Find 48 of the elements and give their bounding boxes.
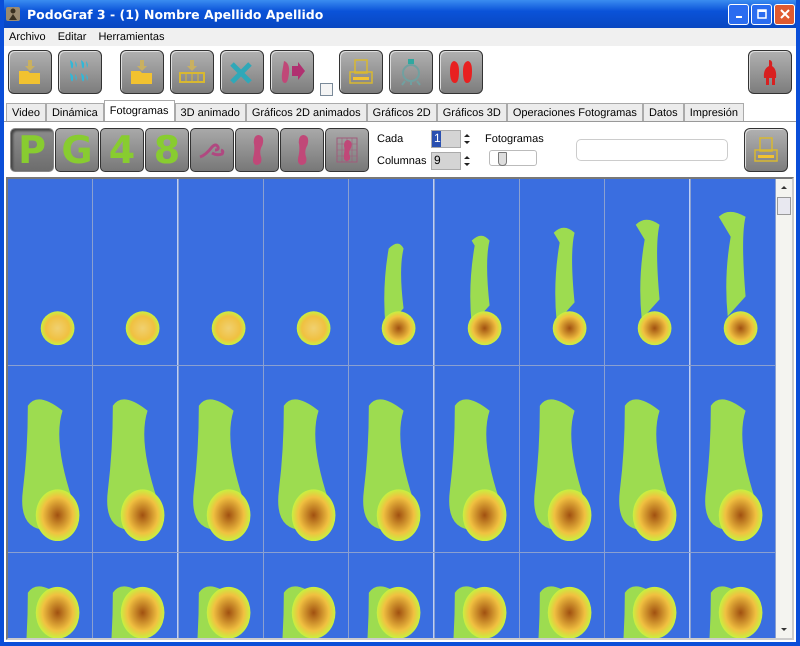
tab[interactable]: Video — [6, 103, 46, 121]
foot-export-button[interactable] — [270, 50, 314, 94]
import-folder-button[interactable] — [120, 50, 164, 94]
menu-item[interactable]: Editar — [58, 31, 86, 43]
cut-button[interactable] — [190, 128, 234, 172]
app-icon — [5, 6, 21, 22]
feet-button[interactable] — [439, 50, 483, 94]
spin-arrows-icon[interactable] — [463, 132, 471, 146]
footprint-icon — [250, 134, 264, 164]
spin-arrows-icon[interactable] — [463, 154, 471, 168]
menu-item[interactable]: Herramientas — [98, 31, 164, 43]
tab[interactable]: Datos — [642, 103, 684, 121]
exit-button[interactable] — [748, 50, 792, 94]
vertical-scrollbar[interactable] — [776, 179, 792, 638]
print-button[interactable] — [339, 50, 383, 94]
columnas-label: Columnas — [377, 154, 427, 166]
footprints-button[interactable] — [58, 50, 102, 94]
tab[interactable]: Operaciones Fotogramas — [506, 103, 643, 121]
tab[interactable]: Gráficos 2D — [366, 103, 437, 121]
light-bulb-button[interactable] — [389, 50, 433, 94]
frame-slider[interactable] — [489, 150, 537, 166]
tools-button[interactable] — [220, 50, 264, 94]
checkbox[interactable] — [320, 83, 333, 96]
cada-label: Cada — [377, 132, 404, 144]
footprint-icon — [296, 134, 308, 164]
window-title: PodoGraf 3 - (1) Nombre Apellido Apellido — [27, 6, 324, 22]
minimize-button[interactable] — [728, 4, 749, 24]
fotogramas-label: Fotogramas — [485, 133, 544, 145]
tab[interactable]: Fotogramas — [104, 100, 174, 121]
film-strip-button[interactable] — [170, 50, 214, 94]
scroll-thumb[interactable] — [777, 197, 791, 215]
foot-button[interactable] — [235, 128, 279, 172]
tab[interactable]: Impresión — [684, 103, 744, 121]
minimize-icon — [736, 16, 742, 18]
tab[interactable]: Dinámica — [46, 103, 104, 121]
slider-thumb[interactable] — [498, 152, 507, 166]
foot-button[interactable] — [280, 128, 324, 172]
tab[interactable]: 3D animado — [174, 103, 246, 121]
maximize-button[interactable] — [751, 4, 772, 24]
tab[interactable]: Gráficos 2D animados — [246, 103, 367, 121]
grid-button[interactable] — [325, 128, 369, 172]
close-button[interactable] — [774, 4, 795, 24]
open-folder-button[interactable] — [8, 50, 52, 94]
print-button[interactable] — [744, 128, 788, 172]
maximize-icon — [756, 9, 766, 19]
tab[interactable]: Gráficos 3D — [436, 103, 507, 121]
menu-item[interactable]: Archivo — [9, 31, 46, 43]
close-icon — [780, 9, 790, 19]
